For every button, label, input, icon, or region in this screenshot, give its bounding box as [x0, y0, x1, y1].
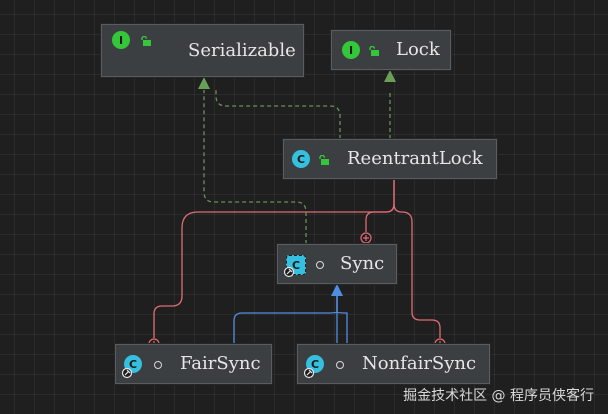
watermark: 掘金技术社区 @ 程序员侠客行 — [403, 388, 594, 404]
static-pin-icon — [283, 264, 295, 278]
node-label: Serializable — [188, 39, 296, 61]
node-label: ReentrantLock — [347, 148, 483, 169]
node-serializable[interactable]: I Serializable — [101, 24, 304, 77]
node-fairsync[interactable]: C FairSync — [115, 344, 272, 384]
interface-icon: I — [112, 31, 130, 49]
static-pin-icon — [303, 365, 315, 379]
class-icon: C — [292, 150, 310, 168]
edge-fairsync-extends-sync — [233, 294, 338, 344]
extends-arrow-sync — [331, 284, 343, 296]
edge-nonfairsync-extends-sync — [336, 294, 348, 344]
package-private-icon — [316, 261, 324, 269]
edge-reentrantlock-implements-serializable — [215, 90, 341, 139]
public-lock-icon — [318, 155, 329, 165]
node-lock[interactable]: I Lock — [331, 30, 451, 70]
static-pin-icon — [121, 365, 133, 379]
implements-arrow-serializable — [198, 77, 210, 89]
edge-nonfairsync-inner-reentrantlock — [393, 179, 441, 338]
node-label: Sync — [340, 253, 385, 274]
interface-icon: I — [342, 41, 360, 59]
node-sync[interactable]: C Sync — [277, 244, 397, 284]
package-private-icon — [336, 361, 344, 369]
inner-class-marker-sync — [360, 232, 372, 244]
implements-arrow-lock — [384, 70, 396, 82]
uml-class-diagram: I Serializable I Lock C ReentrantLock C … — [0, 0, 608, 414]
node-label: NonfairSync — [362, 353, 477, 374]
node-nonfairsync[interactable]: C NonfairSync — [297, 344, 490, 384]
edge-sync-inner-reentrantlock — [365, 203, 395, 232]
public-lock-icon — [368, 46, 379, 56]
public-lock-icon — [140, 36, 151, 46]
node-reentrantlock[interactable]: C ReentrantLock — [283, 139, 497, 179]
package-private-icon — [154, 361, 162, 369]
node-label: FairSync — [180, 353, 261, 374]
node-label: Lock — [396, 39, 440, 60]
